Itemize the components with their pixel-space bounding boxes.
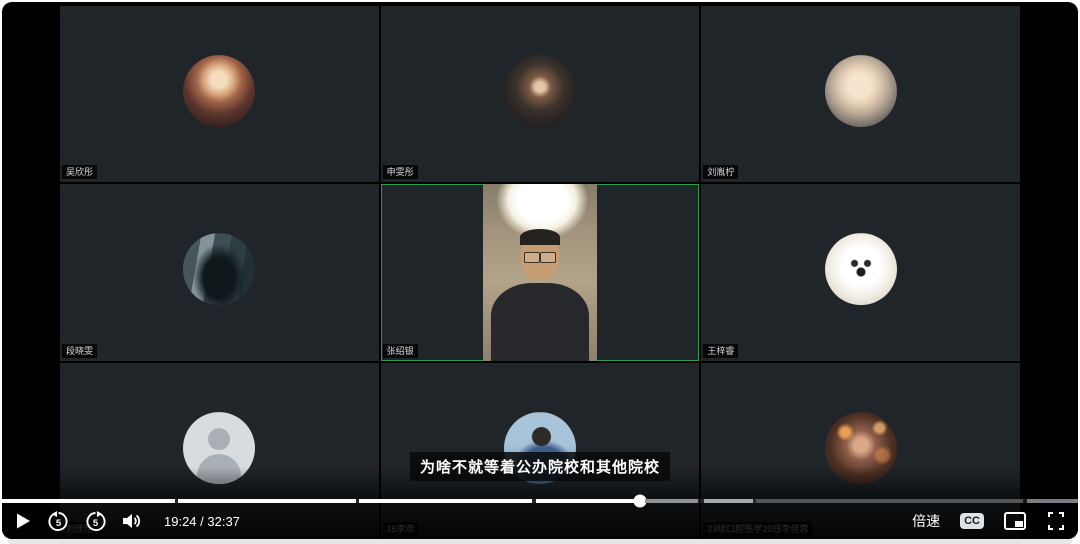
picture-in-picture-button[interactable] — [1004, 512, 1026, 530]
participant-name-label: 王梓睿 — [703, 344, 738, 358]
participant-name-label: 申雯彤 — [383, 165, 418, 179]
participant-tile: 刘胤柠 — [701, 6, 1020, 182]
subtitle-caption: 为啥不就等着公办院校和其他院校 — [410, 452, 670, 481]
participant-name-label: 吴欣彤 — [62, 165, 97, 179]
playback-speed-button[interactable]: 倍速 — [912, 511, 940, 531]
participant-tile-active-speaker: 张绍银 — [381, 184, 700, 360]
fullscreen-button[interactable] — [1046, 511, 1066, 531]
participant-tile: 段晓雯 — [60, 184, 379, 360]
control-bar: 5 5 19:24 / 32:37 倍速 — [2, 503, 1078, 539]
participant-avatar — [504, 55, 576, 127]
volume-button[interactable] — [122, 512, 142, 530]
participant-avatar — [183, 234, 255, 306]
svg-text:5: 5 — [56, 517, 62, 528]
speaker-face — [520, 232, 560, 280]
cc-subtitles-button[interactable]: CC — [960, 513, 984, 529]
page-bottom-edge — [8, 539, 1072, 544]
participant-tile: 王梓睿 — [701, 184, 1020, 360]
time-display: 19:24 / 32:37 — [164, 514, 240, 529]
speaker-glasses — [524, 252, 556, 261]
speaker-torso — [491, 283, 589, 361]
play-button[interactable] — [14, 512, 32, 530]
participant-name-label: 刘胤柠 — [703, 165, 738, 179]
participant-avatar — [825, 234, 897, 306]
participant-avatar — [183, 55, 255, 127]
svg-text:5: 5 — [93, 517, 99, 528]
participant-name-label: 段晓雯 — [62, 344, 97, 358]
participant-tile: 吴欣彤 — [60, 6, 379, 182]
play-icon — [14, 512, 32, 530]
forward-5s-icon: 5 — [85, 511, 106, 532]
picture-in-picture-icon — [1004, 512, 1026, 530]
speaker-camera-video — [483, 184, 597, 360]
cc-icon: CC — [960, 513, 984, 529]
video-player[interactable]: 吴欣彤 申雯彤 刘胤柠 段晓雯 张绍银 王梓睿 — [2, 2, 1078, 539]
participant-tile: 申雯彤 — [381, 6, 700, 182]
speaker-hair — [520, 229, 560, 245]
forward-5s-button[interactable]: 5 — [85, 511, 106, 532]
rewind-5s-icon: 5 — [48, 511, 69, 532]
volume-icon — [122, 512, 142, 530]
fullscreen-icon — [1046, 511, 1066, 531]
participant-name-label: 张绍银 — [383, 344, 418, 358]
rewind-5s-button[interactable]: 5 — [48, 511, 69, 532]
participant-avatar — [825, 55, 897, 127]
